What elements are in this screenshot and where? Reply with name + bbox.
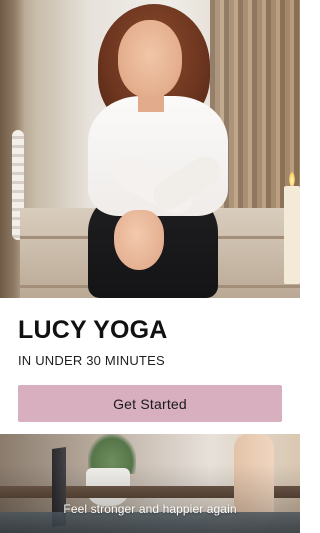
app-subtitle: IN UNDER 30 MINUTES [18,353,165,368]
preview-overlay [0,434,300,533]
hero-photo [0,0,300,298]
instructor-face [118,20,182,98]
preview-tagline: Feel stronger and happier again [63,502,237,516]
next-slide-preview[interactable] [0,434,300,533]
instructor-hands [114,210,164,270]
app-title: LUCY YOGA [18,316,168,344]
instructor-figure [0,0,300,298]
get-started-button[interactable]: Get Started [18,385,282,422]
